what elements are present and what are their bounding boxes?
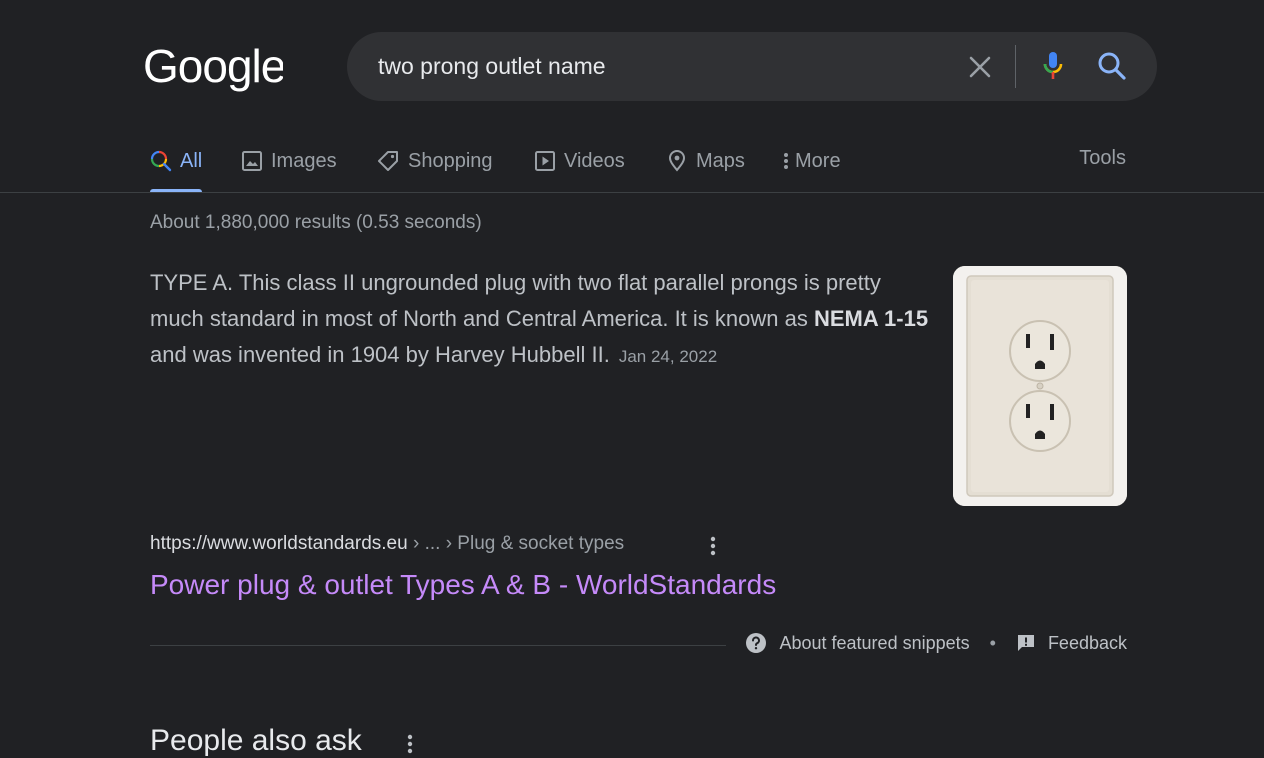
footer-separator: • — [989, 632, 996, 653]
svg-text:Google: Google — [143, 40, 283, 92]
feedback-label: Feedback — [1047, 632, 1127, 653]
snippet-divider — [150, 645, 726, 646]
people-also-ask-heading: People also ask — [150, 724, 362, 757]
tab-shopping[interactable]: Shopping — [376, 130, 493, 192]
tab-all[interactable]: All — [150, 130, 203, 192]
clear-icon[interactable] — [965, 52, 995, 82]
feedback-icon — [1017, 635, 1034, 651]
tab-images[interactable]: Images — [241, 130, 337, 192]
search-input[interactable] — [378, 32, 938, 101]
people-also-ask-options-icon[interactable] — [398, 733, 422, 757]
search-divider — [1015, 45, 1016, 88]
result-title-link[interactable]: Power plug & outlet Types A & B - WorldS… — [150, 569, 776, 601]
google-logo[interactable]: Google — [143, 40, 283, 96]
snippet-text-after: and was invented in 1904 by Harvey Hubbe… — [150, 342, 610, 367]
featured-snippet-image[interactable] — [953, 266, 1127, 506]
feedback-link[interactable]: Feedback — [1016, 633, 1127, 654]
result-options-icon[interactable] — [700, 535, 726, 559]
tag-icon — [378, 151, 398, 171]
result-url: https://www.worldstandards.eu › ... › Pl… — [150, 533, 624, 555]
help-icon — [746, 633, 767, 653]
tab-label: More — [795, 149, 841, 172]
snippet-highlight: NEMA 1-15 — [813, 306, 929, 331]
search-box[interactable] — [347, 32, 1157, 101]
search-multicolor-icon — [150, 150, 172, 172]
about-featured-snippets-link[interactable]: About featured snippets — [745, 632, 970, 654]
about-label: About featured snippets — [779, 632, 970, 653]
result-domain: https://www.worldstandards.eu — [150, 533, 408, 554]
tools-button[interactable]: Tools — [1079, 130, 1126, 192]
play-icon — [535, 151, 555, 171]
tab-label: All — [180, 149, 203, 172]
image-icon — [242, 151, 262, 171]
search-icon[interactable] — [1096, 50, 1128, 82]
microphone-icon[interactable] — [1038, 50, 1068, 82]
featured-snippet-text: TYPE A. This class II ungrounded plug wi… — [150, 265, 930, 375]
tab-label: Videos — [564, 149, 625, 172]
vertical-dots-icon — [784, 153, 788, 169]
snippet-date: Jan 24, 2022 — [618, 347, 718, 366]
snippet-footer: About featured snippets • Feedback — [745, 632, 1127, 654]
tab-more[interactable]: More — [781, 130, 841, 192]
snippet-text-before: TYPE A. This class II ungrounded plug wi… — [150, 270, 881, 331]
tab-label: Maps — [696, 149, 745, 172]
result-breadcrumb: › ... › Plug & socket types — [407, 533, 625, 554]
tab-label: Images — [271, 149, 337, 172]
search-tabs: All Images Shopping Videos Maps More Too… — [0, 130, 1264, 193]
map-pin-icon — [668, 150, 686, 172]
tab-maps[interactable]: Maps — [666, 130, 745, 192]
tab-videos[interactable]: Videos — [534, 130, 625, 192]
result-stats: About 1,880,000 results (0.53 seconds) — [150, 212, 482, 233]
electrical-outlet-photo — [953, 266, 1127, 506]
tab-label: Shopping — [408, 149, 493, 172]
